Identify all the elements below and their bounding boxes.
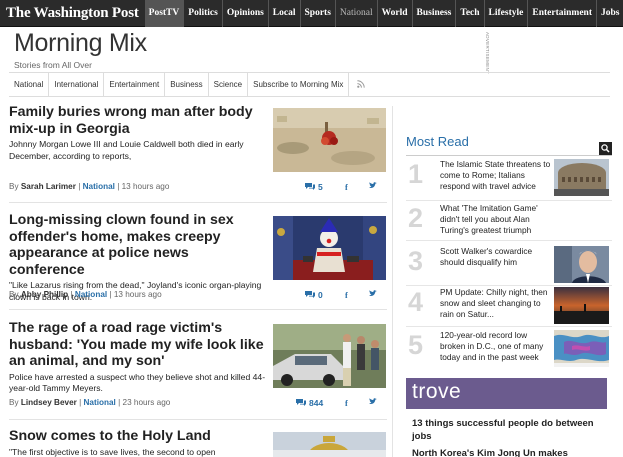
most-read-item[interactable]: 4 PM Update: Chilly night, then snow and… [406,285,612,331]
comment-icon [305,291,315,298]
rank-number: 5 [408,330,424,360]
trove-headline[interactable]: 13 things successful people do between j… [412,418,607,443]
article-thumbnail[interactable] [273,108,386,172]
most-read-item[interactable]: 3 Scott Walker's cowardice should disqua… [406,244,612,290]
twitter-icon[interactable] [369,182,377,189]
article-2: Long-missing clown found in sex offender… [9,212,387,303]
article-1: Family buries wrong man after body mix-u… [9,104,387,192]
byline: By Sarah Larimer | National | 13 hours a… [9,182,170,191]
comment-icon [305,183,315,190]
facebook-icon[interactable]: f [345,290,348,300]
subnav-item-entertainment[interactable]: Entertainment [104,72,166,97]
facebook-icon[interactable]: f [345,182,348,192]
twitter-icon[interactable] [369,290,377,297]
subnav-item-national[interactable]: National [9,72,50,97]
article-separator [9,419,387,420]
most-read-rule [406,155,612,156]
section-link[interactable]: National [84,398,116,407]
rank-number: 4 [408,287,424,317]
section-link[interactable]: National [75,290,107,299]
author-link[interactable]: Sarah Larimer [21,182,76,191]
rank-number: 2 [408,203,424,233]
most-read-thumbnail[interactable] [554,159,609,196]
trove-logo: trove [412,380,462,403]
timestamp: 23 hours ago [122,398,171,407]
comment-icon [296,399,306,406]
most-read-headline[interactable]: Scott Walker's cowardice should disquali… [440,246,551,268]
most-read-headline[interactable]: The Islamic State threatens to come to R… [440,159,551,192]
article-title[interactable]: The rage of a road rage victim's husband… [9,320,267,370]
timestamp: 13 hours ago [113,290,162,299]
section-header: Morning Mix Stories from All Over [14,29,147,70]
article-blurb: Police have arrested a suspect who they … [9,371,266,394]
article-blurb: Johnny Morgan Lowe III and Louie Caldwel… [9,139,244,161]
twitter-icon[interactable] [369,398,377,405]
rank-number: 1 [408,159,424,189]
timestamp: 13 hours ago [121,182,170,191]
nav-item-entertainment[interactable]: Entertainment [528,0,596,27]
most-read-item[interactable]: 5 120-year-old record low broken in D.C.… [406,328,612,374]
nav-item-jobs[interactable]: Jobs [597,0,623,27]
article-thumbnail[interactable] [273,216,386,280]
search-icon [601,144,610,153]
top-nav: The Washington Post PostTV Politics Opinio… [0,0,623,27]
most-read-thumbnail[interactable] [554,287,609,324]
subnav-item-science[interactable]: Science [209,72,249,97]
byline: By Abby Phillip | National | 13 hours ag… [9,290,162,299]
subnav-items: National International Entertainment Busine… [9,72,350,97]
comment-count[interactable]: 0 [305,290,323,300]
page-subtitle: Stories from All Over [14,60,92,70]
article-thumbnail[interactable] [273,432,386,457]
section-subnav: National International Entertainment Busine… [9,72,610,97]
most-read-headline[interactable]: What 'The Imitation Game' didn't tell yo… [440,203,551,236]
article-4: Snow comes to the Holy Land "The first o… [9,428,387,457]
trove-headline[interactable]: North Korea's Kim Jong Un makes [412,448,607,457]
column-divider [392,106,393,457]
subnav-item-business[interactable]: Business [165,72,209,97]
article-separator [9,202,387,203]
nav-item-national[interactable]: National [336,0,377,27]
nav-item-politics[interactable]: Politics [184,0,222,27]
article-title[interactable]: Snow comes to the Holy Land [9,428,267,445]
author-link[interactable]: Lindsey Bever [21,398,77,407]
section-link[interactable]: National [83,182,115,191]
author-link[interactable]: Abby Phillip [21,290,68,299]
article-title[interactable]: Long-missing clown found in sex offender… [9,212,267,278]
site-logo[interactable]: The Washington Post [0,5,145,22]
nav-item-world[interactable]: World [378,0,412,27]
nav-item-local[interactable]: Local [269,0,300,27]
page-title: Morning Mix [14,29,147,57]
divider [406,326,612,327]
most-read-thumbnail[interactable] [554,330,609,367]
subnav-item-international[interactable]: International [49,72,105,97]
most-read-item[interactable]: 1 The Islamic State threatens to come to… [406,157,612,203]
most-read-thumbnail[interactable] [554,246,609,283]
article-blurb: "The first objective is to save lives, t… [9,446,216,457]
divider [406,240,612,241]
comment-count[interactable]: 5 [305,182,323,192]
search-button[interactable] [599,142,612,155]
rank-number: 3 [408,246,424,276]
most-read-title: Most Read [406,134,469,149]
nav-item-business[interactable]: Business [413,0,456,27]
trove-banner[interactable]: trove [406,378,607,409]
byline: By Lindsey Bever | National | 23 hours a… [9,398,171,407]
article-3: The rage of a road rage victim's husband… [9,320,387,408]
article-thumbnail[interactable] [273,324,386,388]
article-separator [9,309,387,310]
subnav-item-subscribe-to-morning-mix[interactable]: Subscribe to Morning Mix [248,72,350,97]
article-title[interactable]: Family buries wrong man after body mix-u… [9,104,267,137]
most-read-headline[interactable]: PM Update: Chilly night, then snow and s… [440,287,551,320]
nav-item-posttv[interactable]: PostTV [144,0,184,27]
nav-items: PostTV Politics Opinions Local Sports Nationa… [144,0,623,27]
nav-item-tech[interactable]: Tech [456,0,483,27]
nav-item-opinions[interactable]: Opinions [223,0,268,27]
rss-icon[interactable] [349,79,373,90]
ad-label: ADVERTISEMENT [485,32,490,75]
nav-item-sports[interactable]: Sports [301,0,335,27]
nav-item-lifestyle[interactable]: Lifestyle [485,0,528,27]
most-read-headline[interactable]: 120-year-old record low broken in D.C., … [440,330,551,363]
facebook-icon[interactable]: f [345,398,348,408]
comment-count[interactable]: 844 [296,398,323,408]
